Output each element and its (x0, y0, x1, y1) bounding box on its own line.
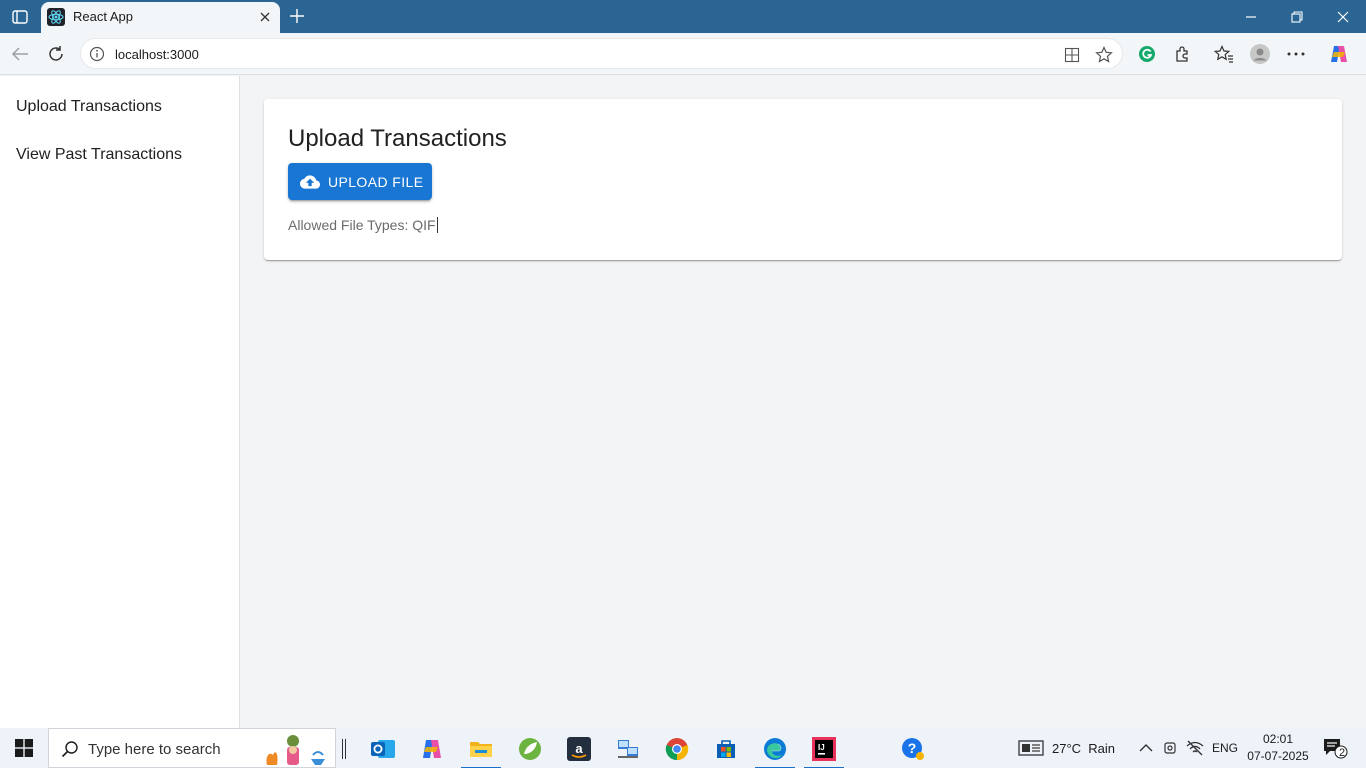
help-icon[interactable]: ? (893, 732, 933, 766)
weather-text: 27°C Rain (1052, 740, 1116, 756)
sidebar-item-upload-transactions[interactable]: Upload Transactions (16, 98, 162, 116)
sidebar-nav: Upload Transactions View Past Transactio… (0, 76, 240, 728)
weather-widget[interactable]: 27°C Rain (1018, 728, 1115, 768)
weather-icon (1018, 739, 1044, 757)
clock-time: 02:01 (1262, 732, 1294, 746)
file-explorer-icon[interactable] (461, 732, 501, 768)
browser-titlebar: React App (0, 0, 1366, 33)
tab-actions-icon[interactable] (6, 6, 34, 28)
address-bar[interactable]: localhost:3000 (80, 38, 1123, 69)
browser-tab[interactable]: React App (41, 2, 280, 33)
refresh-icon[interactable] (41, 39, 71, 69)
search-highlight-illustration-icon (261, 731, 331, 767)
hidden-icons-chevron-icon[interactable] (1139, 728, 1153, 768)
url-text[interactable]: localhost:3000 (115, 47, 199, 62)
intellij-idea-icon[interactable]: IJ (804, 732, 844, 768)
text-cursor (436, 217, 438, 233)
app-available-icon[interactable] (1061, 44, 1083, 66)
svg-text:?: ? (908, 740, 917, 756)
upload-file-button[interactable]: UPLOAD FILE (288, 163, 432, 200)
main-content: Upload Transactions UPLOAD FILE Allowed … (240, 76, 1366, 728)
amazon-icon[interactable]: a (559, 732, 599, 766)
meet-now-icon[interactable] (1163, 728, 1179, 768)
new-tab-icon[interactable] (286, 5, 308, 27)
notification-count-badge: 2 (1338, 747, 1346, 759)
favorite-star-icon[interactable] (1093, 44, 1115, 66)
close-tab-icon[interactable] (256, 8, 274, 26)
sidebar-item-view-past-transactions[interactable]: View Past Transactions (16, 146, 182, 164)
allowed-file-types: Allowed File Types: QIF (288, 217, 438, 233)
more-options-icon[interactable] (1281, 39, 1311, 69)
spring-tool-icon[interactable] (510, 732, 550, 766)
language-indicator[interactable]: ENG (1212, 728, 1238, 768)
grammarly-icon[interactable] (1132, 39, 1162, 69)
favorites-icon[interactable] (1209, 39, 1239, 69)
copilot-icon[interactable] (1324, 39, 1354, 69)
cloud-upload-icon (300, 172, 320, 192)
back-icon[interactable] (5, 39, 35, 69)
profile-avatar-icon[interactable] (1245, 39, 1275, 69)
windows-start-icon[interactable] (0, 728, 48, 768)
allowed-file-types-text: Allowed File Types: QIF (288, 217, 436, 233)
upload-file-label: UPLOAD FILE (328, 173, 424, 190)
browser-toolbar: localhost:3000 (0, 33, 1366, 75)
minimize-icon[interactable] (1228, 0, 1274, 33)
notifications-icon[interactable]: 2 (1322, 728, 1348, 768)
windows-taskbar: Type here to search a IJ ? 27°C Rain ENG… (0, 728, 1366, 768)
clock-date: 07-07-2025 (1247, 749, 1309, 763)
extensions-icon[interactable] (1168, 39, 1198, 69)
chrome-icon[interactable] (657, 732, 697, 766)
svg-text:IJ: IJ (818, 743, 825, 752)
upload-card: Upload Transactions UPLOAD FILE Allowed … (264, 99, 1342, 260)
site-info-icon[interactable] (89, 46, 105, 62)
network-computers-icon[interactable] (608, 732, 648, 766)
search-icon (61, 740, 79, 758)
svg-text:a: a (575, 741, 583, 756)
microsoft-store-icon[interactable] (706, 732, 746, 766)
tab-title: React App (73, 9, 133, 24)
search-placeholder: Type here to search (88, 741, 221, 758)
close-window-icon[interactable] (1320, 0, 1366, 33)
task-view-icon[interactable] (324, 732, 364, 766)
page-title: Upload Transactions (288, 125, 507, 152)
system-clock[interactable]: 02:01 07-07-2025 (1246, 731, 1310, 765)
edge-icon[interactable] (755, 732, 795, 768)
network-disconnected-icon[interactable] (1186, 728, 1204, 768)
copilot-app-icon[interactable] (412, 732, 452, 766)
taskbar-search[interactable]: Type here to search (48, 728, 336, 768)
react-logo-icon (47, 8, 65, 26)
restore-icon[interactable] (1274, 0, 1320, 33)
outlook-icon[interactable] (363, 732, 403, 766)
